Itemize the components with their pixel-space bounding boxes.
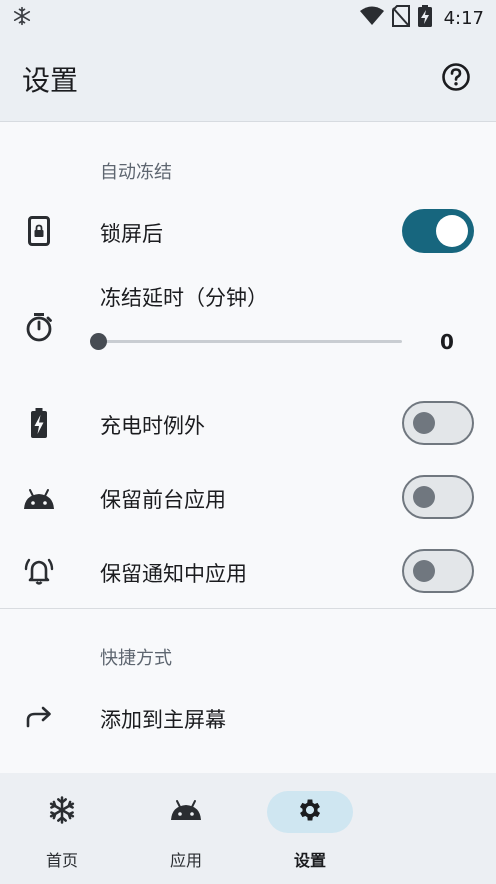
setting-row-foreground[interactable]: 保留前台应用 (0, 470, 496, 524)
freeze-delay-slider-thumb[interactable] (90, 333, 107, 350)
gear-icon (296, 796, 324, 828)
setting-row-charging[interactable]: 充电时例外 (0, 396, 496, 450)
freeze-delay-label: 冻结延时（分钟） (100, 286, 268, 310)
setting-label: 充电时例外 (100, 414, 205, 438)
battery-charging-icon (22, 406, 56, 440)
nav-item-apps[interactable]: 应用 (124, 773, 248, 884)
nav-item-settings[interactable]: 设置 (248, 773, 372, 884)
freeze-delay-value: 0 (440, 330, 454, 354)
timer-icon (22, 310, 56, 344)
setting-row-notification[interactable]: 保留通知中应用 (0, 544, 496, 598)
foreground-toggle[interactable] (402, 475, 474, 519)
nav-label-settings: 设置 (293, 851, 326, 870)
setting-label: 保留通知中应用 (100, 562, 247, 586)
setting-label: 锁屏后 (100, 222, 163, 246)
nav-icon-container (143, 791, 229, 833)
nav-label-apps: 应用 (169, 851, 202, 870)
android-icon (170, 799, 202, 825)
setting-label: 保留前台应用 (100, 488, 226, 512)
nav-item-home[interactable]: 首页 (0, 773, 124, 884)
bottom-navigation: 首页 应用 设置 (0, 773, 496, 884)
lock-screen-toggle[interactable] (402, 209, 474, 253)
phone-lock-icon (22, 214, 56, 248)
app-bar: 设置 (0, 36, 496, 122)
notification-bell-icon (22, 554, 56, 588)
help-icon (441, 62, 471, 96)
setting-label: 添加到主屏幕 (100, 708, 226, 732)
help-button[interactable] (438, 61, 474, 97)
nav-icon-container (19, 791, 105, 833)
freeze-delay-slider-track[interactable] (98, 340, 402, 343)
toggle-knob (436, 215, 468, 247)
charging-toggle[interactable] (402, 401, 474, 445)
battery-charging-icon (417, 5, 432, 31)
setting-row-lock-screen[interactable]: 锁屏后 (0, 204, 496, 258)
android-icon (22, 482, 56, 516)
nav-label-home: 首页 (45, 851, 78, 870)
snowflake-status-icon (12, 6, 32, 30)
section-header-auto-freeze: 自动冻结 (100, 162, 172, 183)
status-bar: 4:17 (0, 0, 496, 36)
nav-icon-container (267, 791, 353, 833)
no-sim-icon (391, 5, 410, 31)
toggle-knob (413, 412, 435, 434)
notification-toggle[interactable] (402, 549, 474, 593)
toggle-knob (413, 560, 435, 582)
setting-row-add-home[interactable]: 添加到主屏幕 (0, 690, 496, 744)
status-time: 4:17 (443, 7, 484, 29)
section-header-shortcuts: 快捷方式 (100, 648, 172, 669)
section-divider (0, 608, 496, 609)
toggle-knob (413, 486, 435, 508)
snowflake-icon (47, 795, 77, 829)
forward-arrow-icon (22, 700, 56, 734)
wifi-icon (359, 6, 384, 30)
page-title: 设置 (22, 63, 79, 97)
